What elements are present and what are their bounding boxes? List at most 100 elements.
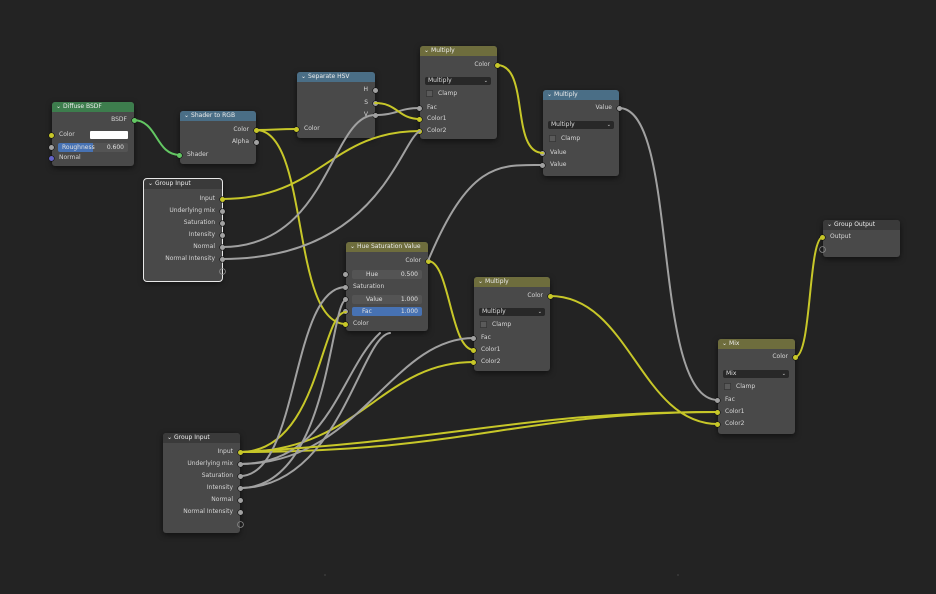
chevron-down-icon[interactable]: ⌄ xyxy=(56,102,61,112)
socket-color1-input[interactable] xyxy=(471,347,476,353)
socket-color2-input[interactable] xyxy=(471,359,476,365)
fac-field[interactable]: Fac 1.000 xyxy=(352,306,422,316)
socket-label: Underlying mix xyxy=(169,207,215,214)
node-title: Group Output xyxy=(834,221,876,228)
clamp-checkbox[interactable]: Clamp xyxy=(549,134,580,143)
node-multiply-math[interactable]: ⌄ Multiply Value Multiply ⌄ Clamp Value V… xyxy=(540,90,622,176)
socket-output-input[interactable] xyxy=(820,234,825,240)
socket-fac-input[interactable] xyxy=(471,335,476,341)
socket-roughness-input[interactable] xyxy=(49,144,54,150)
socket-saturation-input[interactable] xyxy=(343,284,348,290)
socket-row-color1: Color1 xyxy=(715,407,795,417)
blend-mode-dropdown[interactable]: Mix ⌄ xyxy=(723,370,789,378)
node-diffuse-bsdf[interactable]: ⌄ Diffuse BSDF BSDF Color Roughness 0.600… xyxy=(49,102,137,166)
socket-normal-output[interactable] xyxy=(238,497,243,503)
chevron-down-icon[interactable]: ⌄ xyxy=(827,220,832,230)
socket-input-output[interactable] xyxy=(220,196,225,202)
socket-normal-input[interactable] xyxy=(49,155,54,161)
socket-color-output[interactable] xyxy=(793,354,798,360)
color-swatch[interactable] xyxy=(90,131,128,139)
node-group-input-top[interactable]: ⌄ Group Input Input Underlying mix Satura… xyxy=(143,178,225,282)
socket-empty-input[interactable] xyxy=(820,247,825,252)
socket-value1-input[interactable] xyxy=(540,150,545,156)
socket-underlying-mix-output[interactable] xyxy=(238,461,243,467)
socket-color2-input[interactable] xyxy=(715,421,720,427)
clamp-checkbox[interactable]: Clamp xyxy=(724,382,755,391)
socket-shader-input[interactable] xyxy=(177,152,182,158)
node-group-output[interactable]: ⌄ Group Output Output xyxy=(820,220,900,257)
socket-color-output[interactable] xyxy=(548,293,553,299)
value-field[interactable]: Value 1.000 xyxy=(352,294,422,304)
math-operation-dropdown[interactable]: Multiply ⌄ xyxy=(548,121,614,129)
socket-normal-intensity-output[interactable] xyxy=(238,509,243,515)
socket-value-input[interactable] xyxy=(343,296,348,302)
socket-value2-input[interactable] xyxy=(540,162,545,168)
socket-fac-input[interactable] xyxy=(715,397,720,403)
roughness-field[interactable]: Roughness 0.600 xyxy=(58,142,128,152)
chevron-down-icon[interactable]: ⌄ xyxy=(167,433,172,443)
socket-value-output[interactable] xyxy=(617,105,622,111)
socket-fac-input[interactable] xyxy=(343,308,348,314)
socket-intensity-output[interactable] xyxy=(238,485,243,491)
node-group-input-bottom[interactable]: ⌄ Group Input Input Underlying mix Satura… xyxy=(163,433,243,533)
chevron-down-icon[interactable]: ⌄ xyxy=(350,242,355,252)
chevron-down-icon[interactable]: ⌄ xyxy=(424,46,429,56)
socket-color-output[interactable] xyxy=(254,127,259,133)
node-separate-hsv[interactable]: ⌄ Separate HSV H S V Color xyxy=(294,72,378,138)
socket-h-output[interactable] xyxy=(373,87,378,93)
node-mix[interactable]: ⌄ Mix Color Mix ⌄ Clamp Fac Color1 Color2 xyxy=(715,339,798,434)
chevron-down-icon[interactable]: ⌄ xyxy=(184,111,189,121)
node-header[interactable]: ⌄ Multiply xyxy=(420,46,497,56)
socket-normal-output[interactable] xyxy=(220,244,225,250)
socket-color1-input[interactable] xyxy=(715,409,720,415)
socket-row-underlying-mix: Underlying mix xyxy=(144,206,225,216)
socket-color2-input[interactable] xyxy=(417,128,422,134)
node-shader-to-rgb[interactable]: ⌄ Shader to RGB Color Alpha Shader xyxy=(177,111,259,164)
node-title: Multiply xyxy=(485,278,509,285)
blend-mode-dropdown[interactable]: Multiply ⌄ xyxy=(479,308,545,316)
node-header[interactable]: ⌄ Shader to RGB xyxy=(180,111,256,121)
node-header[interactable]: ⌄ Hue Saturation Value xyxy=(346,242,428,252)
socket-row-color-out: Color xyxy=(474,291,553,301)
socket-alpha-output[interactable] xyxy=(254,139,259,145)
clamp-checkbox[interactable]: Clamp xyxy=(480,320,511,329)
socket-saturation-output[interactable] xyxy=(238,473,243,479)
chevron-down-icon[interactable]: ⌄ xyxy=(301,72,306,82)
socket-normal-intensity-output[interactable] xyxy=(220,256,225,262)
node-header[interactable]: ⌄ Multiply xyxy=(474,277,550,287)
chevron-down-icon[interactable]: ⌄ xyxy=(547,90,552,100)
socket-fac-input[interactable] xyxy=(417,105,422,111)
socket-color-input[interactable] xyxy=(49,132,54,138)
node-header[interactable]: ⌄ Group Input xyxy=(144,179,222,189)
node-header[interactable]: ⌄ Separate HSV xyxy=(297,72,375,82)
socket-color1-input[interactable] xyxy=(417,116,422,122)
chevron-down-icon[interactable]: ⌄ xyxy=(478,277,483,287)
node-multiply-top[interactable]: ⌄ Multiply Color Multiply ⌄ Clamp Fac Col… xyxy=(417,46,500,139)
socket-s-output[interactable] xyxy=(373,100,378,106)
node-multiply-mid[interactable]: ⌄ Multiply Color Multiply ⌄ Clamp Fac Col… xyxy=(471,277,553,371)
node-header[interactable]: ⌄ Group Input xyxy=(163,433,240,443)
socket-color-input[interactable] xyxy=(294,126,299,132)
chevron-down-icon[interactable]: ⌄ xyxy=(148,179,153,189)
socket-empty-output[interactable] xyxy=(238,522,243,527)
socket-hue-input[interactable] xyxy=(343,271,348,277)
socket-color-input[interactable] xyxy=(343,321,348,327)
clamp-checkbox[interactable]: Clamp xyxy=(426,89,457,98)
node-header[interactable]: ⌄ Diffuse BSDF xyxy=(52,102,134,112)
socket-empty-output[interactable] xyxy=(220,269,225,274)
socket-intensity-output[interactable] xyxy=(220,232,225,238)
socket-input-output[interactable] xyxy=(238,449,243,455)
socket-underlying-mix-output[interactable] xyxy=(220,208,225,214)
socket-bsdf-output[interactable] xyxy=(132,117,137,123)
node-header[interactable]: ⌄ Group Output xyxy=(823,220,900,230)
socket-saturation-output[interactable] xyxy=(220,220,225,226)
socket-color-output[interactable] xyxy=(426,258,431,264)
chevron-down-icon[interactable]: ⌄ xyxy=(722,339,727,349)
node-header[interactable]: ⌄ Mix xyxy=(718,339,795,349)
socket-color-output[interactable] xyxy=(495,62,500,68)
node-hue-saturation-value[interactable]: ⌄ Hue Saturation Value Color Hue 0.500 Sa… xyxy=(343,242,431,331)
socket-v-output[interactable] xyxy=(373,112,378,118)
blend-mode-dropdown[interactable]: Multiply ⌄ xyxy=(425,77,491,85)
hue-field[interactable]: Hue 0.500 xyxy=(352,269,422,279)
node-header[interactable]: ⌄ Multiply xyxy=(543,90,619,100)
